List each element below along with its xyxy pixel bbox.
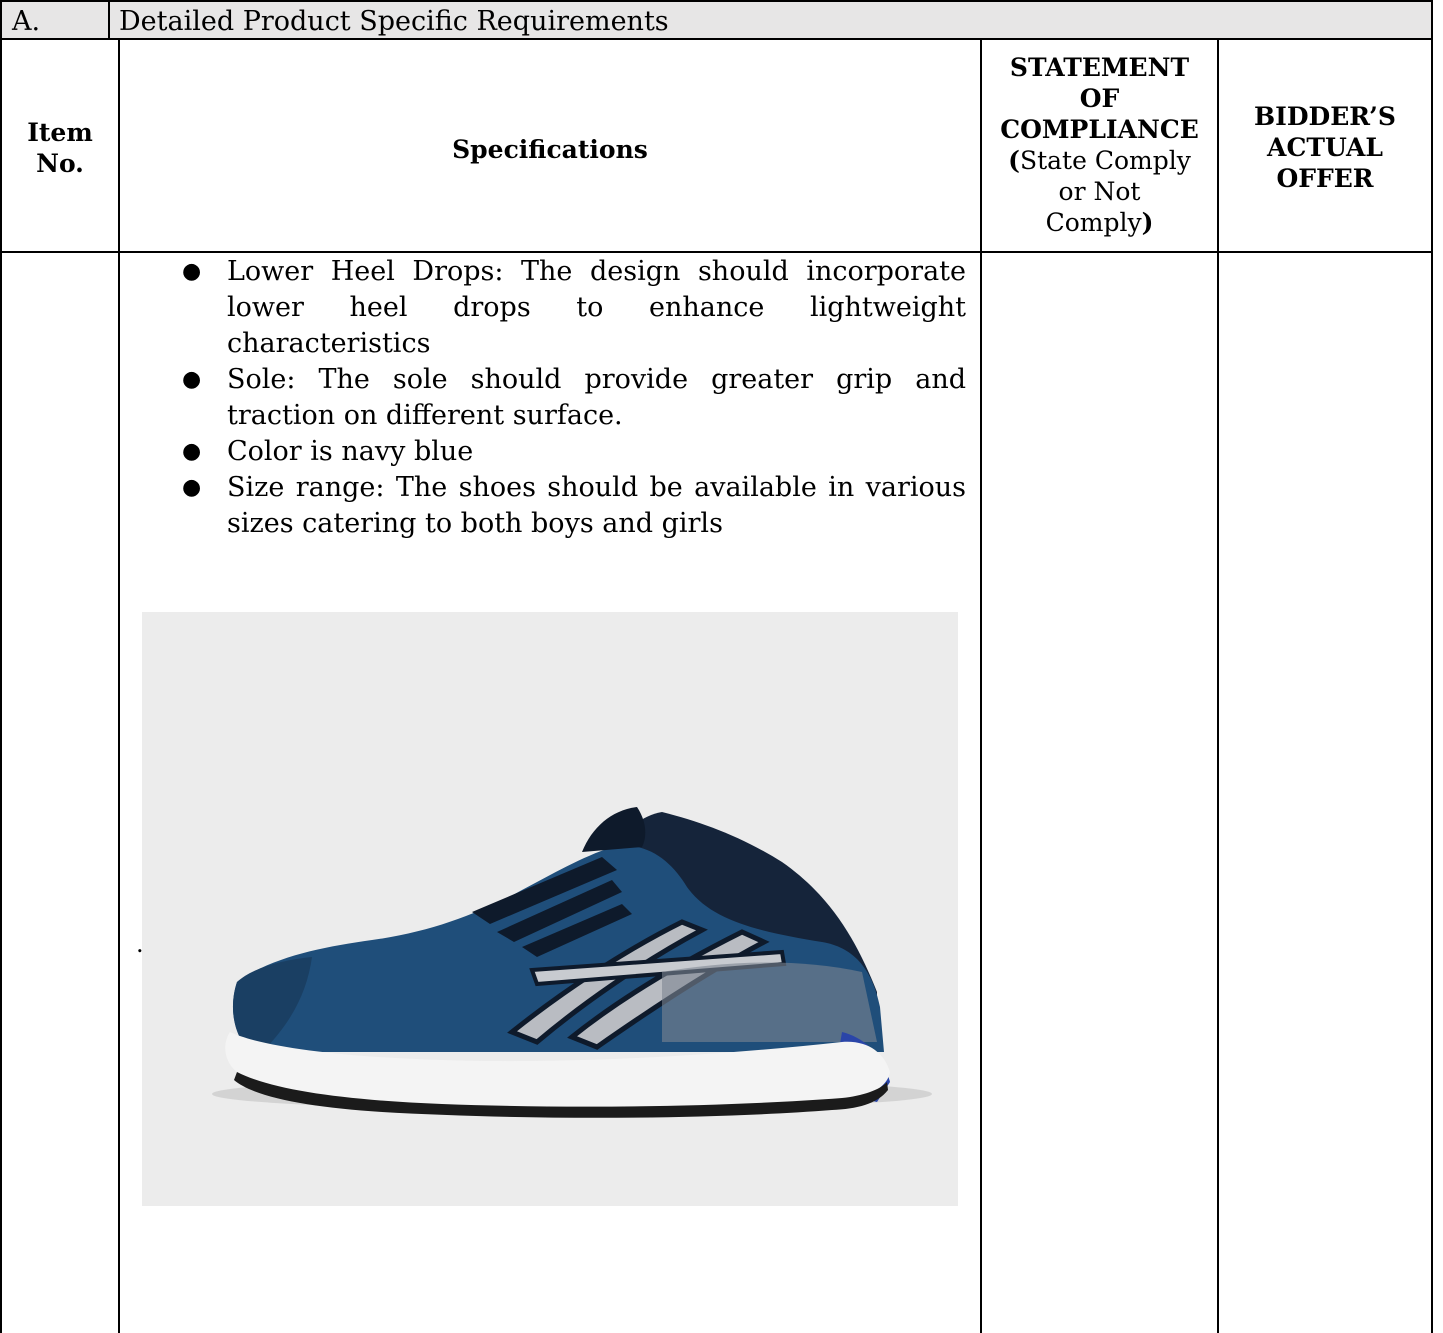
product-image <box>142 612 958 1206</box>
header-statement-note-line2: or Not <box>1058 177 1141 206</box>
document-page: A. Detailed Product Specific Requirement… <box>0 0 1443 1333</box>
header-statement-note-line1: (State Comply <box>982 145 1217 176</box>
header-item-no-line1: Item <box>27 118 93 147</box>
section-divider <box>108 0 110 40</box>
col-divider-statement <box>1217 40 1219 1333</box>
bullet-icon: ● <box>182 367 202 392</box>
header-bidder-line3: OFFER <box>1276 164 1374 193</box>
spec-item: ● Color is navy blue <box>160 434 966 470</box>
section-title: Detailed Product Specific Requirements <box>119 6 669 37</box>
paren-close: ) <box>1141 208 1154 237</box>
statement-note-line3: Comply <box>1045 208 1142 237</box>
spec-text: Sole: The sole should provide greater gr… <box>227 364 966 431</box>
section-header-row: A. Detailed Product Specific Requirement… <box>0 0 1433 40</box>
bullet-icon: ● <box>182 259 202 284</box>
bullet-icon: ● <box>182 439 202 464</box>
table-border-right <box>1431 40 1433 1333</box>
header-statement-line3: COMPLIANCE <box>1000 115 1199 144</box>
bullet-icon: ● <box>182 475 202 500</box>
specification-list: ● Lower Heel Drops: The design should in… <box>160 254 966 542</box>
spec-text: Size range: The shoes should be availabl… <box>227 472 966 539</box>
section-letter: A. <box>12 6 41 37</box>
header-statement-of-compliance: STATEMENT OF COMPLIANCE (State Comply or… <box>982 52 1217 238</box>
spec-item: ● Lower Heel Drops: The design should in… <box>160 254 966 362</box>
header-bidder-line2: ACTUAL <box>1267 133 1383 162</box>
table-border-left <box>0 40 2 1333</box>
header-row-bottom-border <box>0 251 1433 253</box>
header-statement-line1: STATEMENT <box>1009 53 1190 82</box>
col-divider-item <box>118 40 120 1333</box>
header-specifications: Specifications <box>120 134 980 165</box>
paren-open: ( <box>1008 146 1020 175</box>
navy-blue-running-shoe-icon <box>212 807 932 1118</box>
header-item-no: Item No. <box>2 117 118 179</box>
header-statement-note-line3: Comply) <box>982 207 1217 238</box>
header-statement-line2: OF <box>1079 84 1120 113</box>
statement-note-line1: State Comply <box>1019 146 1191 175</box>
header-bidders-actual-offer: BIDDER’S ACTUAL OFFER <box>1219 101 1431 194</box>
header-bidder-line1: BIDDER’S <box>1254 102 1396 131</box>
header-item-no-line2: No. <box>36 149 84 178</box>
spec-text: Lower Heel Drops: The design should inco… <box>227 256 966 359</box>
header-specifications-text: Specifications <box>452 135 648 164</box>
spec-item: ● Size range: The shoes should be availa… <box>160 470 966 542</box>
spec-text: Color is navy blue <box>227 436 474 467</box>
spec-item: ● Sole: The sole should provide greater … <box>160 362 966 434</box>
